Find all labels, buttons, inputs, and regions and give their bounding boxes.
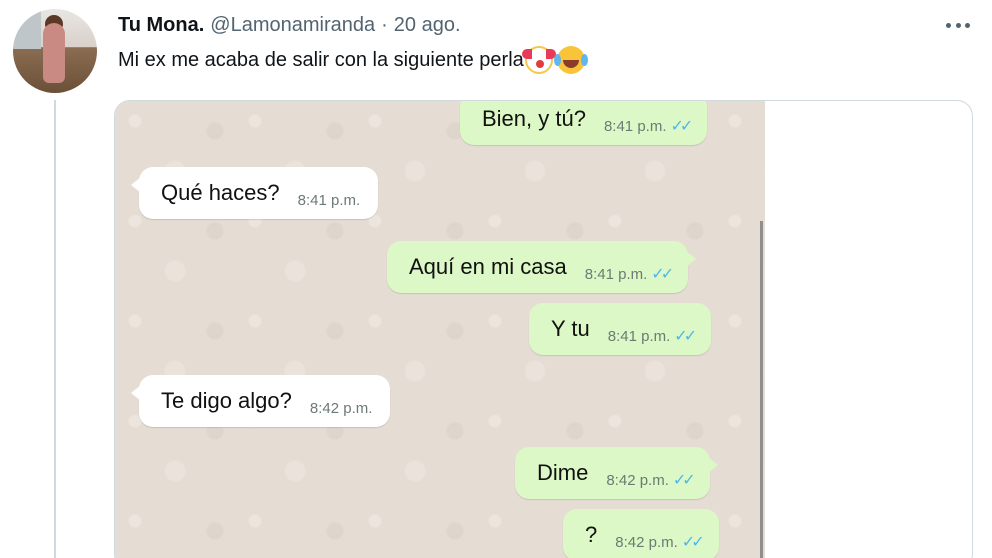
chat-message-incoming: Te digo algo? 8:42 p.m. xyxy=(130,375,391,427)
tweet-date[interactable]: 20 ago. xyxy=(394,14,461,37)
avatar-background xyxy=(13,9,41,49)
tweet-media-card[interactable]: Bien, y tú? 8:41 p.m. ✓✓ Qué haces? 8:41… xyxy=(114,100,973,558)
header-separator: · xyxy=(381,13,388,36)
chat-scroll-indicator xyxy=(760,221,763,558)
more-options-icon[interactable] xyxy=(940,14,976,36)
tweet-header: Tu Mona. @Lamonamiranda · 20 ago. xyxy=(118,12,461,38)
chat-message-incoming: Qué haces? 8:41 p.m. xyxy=(130,167,379,219)
double-check-read-icon: ✓✓ xyxy=(670,118,694,135)
double-check-read-icon: ✓✓ xyxy=(651,266,674,283)
more-dot xyxy=(946,22,951,28)
tweet-text: Mi ex me acaba de salir con la siguiente… xyxy=(118,46,585,74)
double-check-read-icon: ✓✓ xyxy=(672,472,696,489)
double-check-read-icon: ✓✓ xyxy=(674,328,697,345)
message-time: 8:41 p.m. xyxy=(607,327,671,345)
message-text: Y tu xyxy=(551,316,590,341)
chat-message-outgoing: Dime 8:42 p.m. ✓✓ xyxy=(515,447,718,499)
author-name[interactable]: Tu Mona. xyxy=(118,14,204,37)
message-time: 8:41 p.m. xyxy=(297,191,361,209)
chat-message-outgoing: Aquí en mi casa 8:41 p.m. ✓✓ xyxy=(387,241,697,293)
chat-message-outgoing: Y tu 8:41 p.m. ✓✓ xyxy=(529,303,712,355)
message-time: 8:42 p.m. xyxy=(615,533,678,551)
more-dot xyxy=(955,22,961,28)
double-check-read-icon: ✓✓ xyxy=(681,534,705,551)
chat-message-outgoing: ? 8:42 p.m. ✓✓ xyxy=(563,509,719,558)
thread-line xyxy=(54,100,56,558)
message-text: Aquí en mi casa xyxy=(409,254,567,279)
chat-screenshot: Bien, y tú? 8:41 p.m. ✓✓ Qué haces? 8:41… xyxy=(115,101,765,558)
message-time: 8:42 p.m. xyxy=(309,399,373,417)
message-text: ? xyxy=(585,522,598,547)
message-time: 8:41 p.m. xyxy=(584,265,648,283)
message-time: 8:41 p.m. xyxy=(603,117,667,135)
tweet-text-content: Mi ex me acaba de salir con la siguiente… xyxy=(118,48,524,71)
chat-message-outgoing: Bien, y tú? 8:41 p.m. ✓✓ xyxy=(460,101,708,145)
author-handle[interactable]: @Lamonamiranda xyxy=(210,14,375,37)
face-with-tears-of-joy-emoji-icon xyxy=(553,46,585,74)
message-text: Dime xyxy=(537,460,589,485)
message-text: Bien, y tú? xyxy=(482,106,586,131)
clown-face-emoji-icon xyxy=(521,46,556,74)
message-text: Te digo algo? xyxy=(161,388,292,413)
author-avatar[interactable] xyxy=(13,9,97,93)
avatar-figure-body xyxy=(43,23,65,83)
message-text: Qué haces? xyxy=(161,180,280,205)
more-dot xyxy=(965,22,970,28)
message-time: 8:42 p.m. xyxy=(606,471,669,489)
